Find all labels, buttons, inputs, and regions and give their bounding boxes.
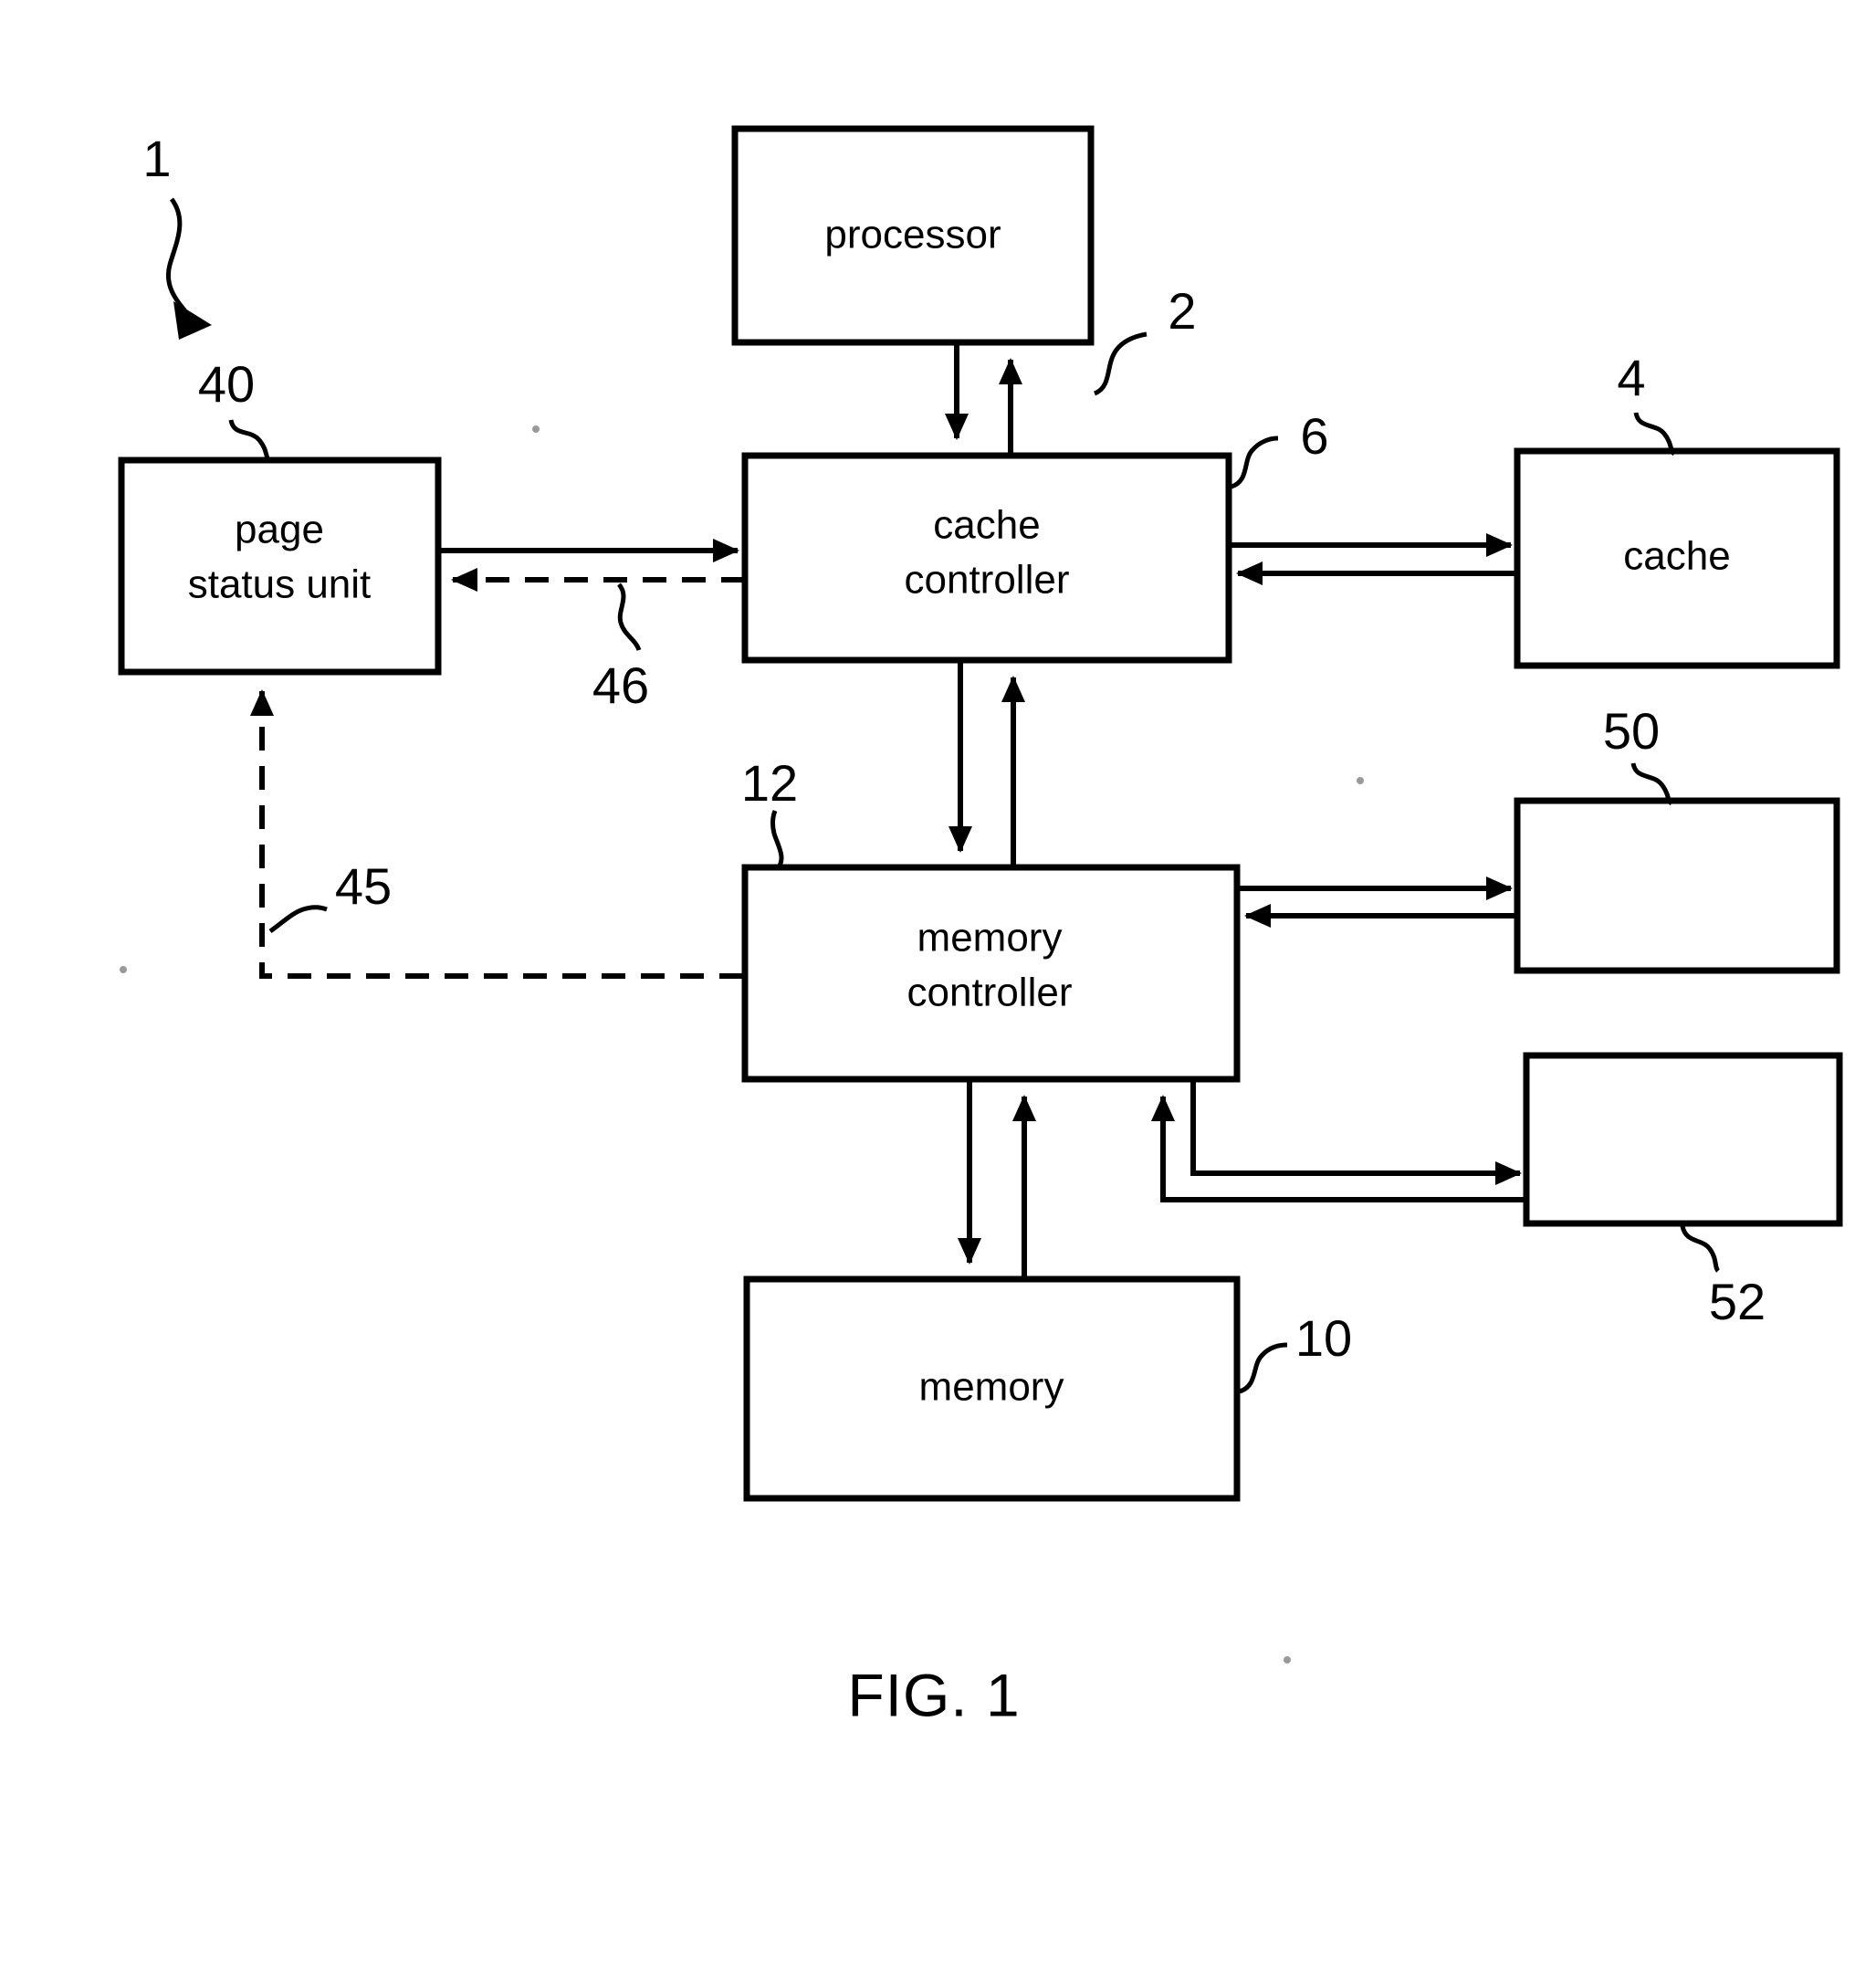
block-50-box [1514, 797, 1840, 974]
connection-cache-controller-cache [1231, 533, 1517, 585]
memory-controller-label-line1: memory [917, 916, 1063, 961]
cache-controller-label-line1: cache [933, 503, 1040, 548]
ref-number-50: 50 [1603, 702, 1660, 760]
cache-label: cache [1623, 534, 1730, 579]
ref-number-6: 6 [1300, 407, 1328, 465]
ref-number-45: 45 [335, 857, 392, 915]
ref-number-12: 12 [741, 754, 798, 812]
block-memory: memory 10 [743, 1275, 1352, 1502]
block-cache: cache 4 [1514, 349, 1840, 669]
arrow-block-52-to-memory-controller [1151, 1095, 1526, 1202]
figure-caption: FIG. 1 [847, 1661, 1020, 1728]
connection-page-status-unit-cache-controller: 46 [439, 539, 745, 714]
connection-memory-controller-page-status-unit: 45 [250, 689, 743, 979]
page-status-unit-label-line1: page [235, 508, 324, 552]
arrow-memory-controller-to-page-status-unit [250, 689, 743, 979]
block-52: 52 [1523, 1052, 1843, 1330]
block-memory-controller: memory controller 12 [741, 754, 1241, 1083]
block-52-box [1523, 1052, 1843, 1227]
connection-cache-controller-memory-controller [948, 661, 1025, 866]
ref-number-2: 2 [1168, 282, 1196, 340]
connection-memory-controller-memory [958, 1080, 1036, 1278]
system-reference-1-callout: 1 [142, 130, 212, 340]
ref-number-1: 1 [142, 130, 171, 187]
memory-controller-label-line2: controller [907, 971, 1073, 1015]
ref-number-40: 40 [198, 355, 255, 413]
ref-number-4: 4 [1617, 349, 1645, 406]
system-arrowhead [173, 301, 212, 340]
processor-label: processor [824, 213, 1001, 257]
block-page-status-unit: page status unit 40 [118, 355, 442, 676]
block-cache-controller: cache controller 6 [741, 407, 1329, 664]
patent-figure-canvas: 1 processor 2 page status unit 40 cache … [0, 0, 1876, 1963]
connection-memory-controller-block-52 [1151, 1080, 1526, 1202]
block-50: 50 [1514, 702, 1840, 974]
ref-number-10: 10 [1295, 1309, 1352, 1367]
connection-processor-cache-controller [945, 343, 1022, 455]
connection-memory-controller-block-50 [1239, 877, 1517, 928]
ref-number-52: 52 [1709, 1273, 1766, 1330]
block-diagram: 1 processor 2 page status unit 40 cache … [118, 125, 1843, 1728]
block-processor: processor 2 [731, 125, 1197, 396]
memory-label: memory [919, 1365, 1064, 1410]
arrow-memory-controller-to-block-52 [1190, 1080, 1522, 1185]
cache-controller-label-line2: controller [905, 558, 1070, 603]
ref-number-46: 46 [592, 656, 649, 714]
page-status-unit-label-line2: status unit [188, 562, 372, 607]
